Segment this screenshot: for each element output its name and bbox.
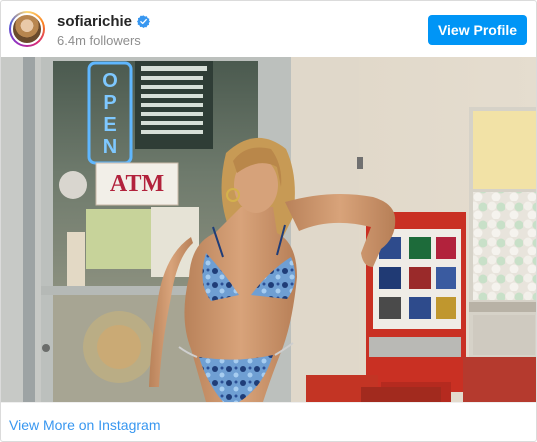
- avatar-photo: [11, 13, 43, 45]
- svg-text:P: P: [103, 92, 116, 114]
- username[interactable]: sofiarichie: [57, 13, 132, 30]
- post-photo[interactable]: O P E N ATM: [1, 57, 536, 402]
- svg-text:E: E: [103, 114, 116, 136]
- post-footer: View More on Instagram: [1, 402, 536, 441]
- avatar[interactable]: [9, 11, 45, 47]
- username-row: sofiarichie: [57, 13, 151, 30]
- svg-text:N: N: [103, 136, 117, 158]
- svg-text:ATM: ATM: [110, 171, 164, 197]
- view-more-link[interactable]: View More on Instagram: [9, 417, 160, 433]
- verified-badge-icon: [137, 15, 151, 28]
- view-profile-button[interactable]: View Profile: [428, 15, 527, 45]
- post-header: sofiarichie 6.4m followers View Profile: [1, 1, 536, 57]
- follower-count: 6.4m followers: [57, 33, 141, 48]
- instagram-embed: sofiarichie 6.4m followers View Profile: [0, 0, 537, 442]
- svg-text:O: O: [102, 70, 118, 92]
